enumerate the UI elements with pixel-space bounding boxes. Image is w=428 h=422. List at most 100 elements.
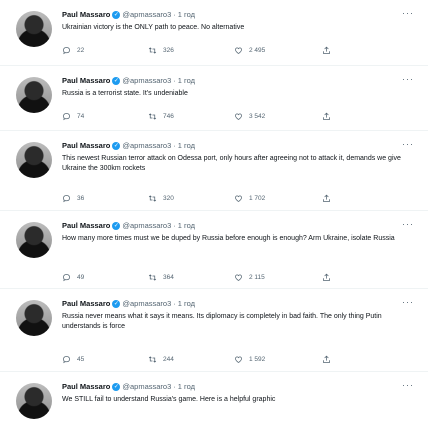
retweet-icon [148, 113, 157, 120]
share-icon [323, 355, 330, 363]
author-name[interactable]: Paul Massaro [62, 221, 110, 231]
like-button[interactable]: 3 542 [234, 112, 265, 121]
tweet-timestamp[interactable]: 1 год [178, 299, 195, 309]
tweet[interactable]: Paul Massaro ✓ @apmassaro3 · 1 год ··· H… [0, 211, 428, 289]
author-handle[interactable]: @apmassaro3 [122, 141, 171, 151]
reply-icon [63, 113, 70, 121]
heart-icon [235, 195, 242, 202]
heart-icon [235, 356, 242, 363]
author-name[interactable]: Paul Massaro [62, 76, 110, 86]
tweet[interactable]: Paul Massaro ✓ @apmassaro3 · 1 год ··· R… [0, 66, 428, 131]
tweet-header: Paul Massaro ✓ @apmassaro3 · 1 год [62, 221, 195, 231]
tweet-header: Paul Massaro ✓ @apmassaro3 · 1 год [62, 76, 195, 86]
tweet-header: Paul Massaro ✓ @apmassaro3 · 1 год [62, 141, 195, 151]
author-handle[interactable]: @apmassaro3 [122, 382, 171, 392]
share-button[interactable] [322, 112, 331, 121]
separator-dot: · [173, 76, 176, 85]
retweet-button[interactable]: 364 [148, 273, 174, 282]
more-options-icon[interactable]: ··· [402, 139, 414, 149]
tweet-header: Paul Massaro ✓ @apmassaro3 · 1 год [62, 382, 195, 392]
like-count: 2 115 [249, 274, 265, 281]
share-button[interactable] [322, 46, 331, 55]
avatar[interactable] [16, 300, 52, 336]
share-button[interactable] [322, 273, 331, 282]
verified-badge-icon: ✓ [112, 300, 121, 308]
like-count: 1 702 [249, 195, 266, 202]
avatar[interactable] [16, 11, 52, 47]
author-name[interactable]: Paul Massaro [62, 382, 110, 392]
avatar[interactable] [16, 222, 52, 258]
share-icon [323, 194, 330, 202]
more-options-icon[interactable]: ··· [402, 8, 414, 18]
retweet-icon [148, 195, 157, 202]
reply-button[interactable]: 74 [62, 112, 84, 121]
verified-badge-icon: ✓ [112, 11, 121, 19]
tweet[interactable]: Paul Massaro ✓ @apmassaro3 · 1 год ··· U… [0, 0, 428, 66]
like-button[interactable]: 2 495 [234, 46, 265, 55]
tweet-actions: 49 364 2 115 [62, 273, 362, 285]
avatar[interactable] [16, 142, 52, 178]
reply-button[interactable]: 22 [62, 46, 84, 55]
tweet[interactable]: Paul Massaro ✓ @apmassaro3 · 1 год ··· T… [0, 131, 428, 211]
author-name[interactable]: Paul Massaro [62, 299, 110, 309]
reply-icon [63, 356, 70, 364]
like-count: 1 592 [249, 356, 266, 363]
avatar[interactable] [16, 383, 52, 419]
verified-badge-icon: ✓ [112, 142, 121, 150]
retweet-count: 326 [163, 47, 174, 54]
author-handle[interactable]: @apmassaro3 [122, 76, 171, 86]
tweet-text: How many more times must we be duped by … [62, 235, 395, 242]
reply-icon [63, 195, 70, 203]
tweet-timestamp[interactable]: 1 год [178, 141, 195, 151]
retweet-button[interactable]: 326 [148, 46, 174, 55]
share-button[interactable] [322, 194, 331, 203]
share-icon [323, 273, 330, 281]
author-name[interactable]: Paul Massaro [62, 10, 110, 20]
retweet-button[interactable]: 746 [148, 112, 174, 121]
separator-dot: · [173, 299, 176, 308]
reply-count: 49 [77, 274, 85, 281]
tweet-timestamp[interactable]: 1 год [178, 10, 195, 20]
tweet-timestamp[interactable]: 1 год [178, 221, 195, 231]
heart-icon [235, 274, 242, 281]
author-handle[interactable]: @apmassaro3 [122, 221, 171, 231]
author-name[interactable]: Paul Massaro [62, 141, 110, 151]
retweet-icon [148, 47, 157, 54]
reply-count: 36 [77, 195, 85, 202]
tweet-header: Paul Massaro ✓ @apmassaro3 · 1 год [62, 299, 195, 309]
tweet-timestamp[interactable]: 1 год [178, 382, 195, 392]
retweet-count: 244 [163, 356, 174, 363]
retweet-count: 746 [163, 113, 174, 120]
tweet-timestamp[interactable]: 1 год [178, 76, 195, 86]
tweet[interactable]: Paul Massaro ✓ @apmassaro3 · 1 год ··· R… [0, 289, 428, 372]
heart-icon [235, 47, 242, 54]
reply-button[interactable]: 36 [62, 194, 84, 203]
retweet-button[interactable]: 320 [148, 194, 174, 203]
tweet-text: Russia is a terrorist state. It's undeni… [62, 90, 188, 97]
reply-button[interactable]: 45 [62, 355, 84, 364]
reply-button[interactable]: 49 [62, 273, 84, 282]
verified-badge-icon: ✓ [112, 222, 121, 230]
more-options-icon[interactable]: ··· [402, 74, 414, 84]
tweet-actions: 36 320 1 702 [62, 194, 362, 206]
retweet-button[interactable]: 244 [148, 355, 174, 364]
more-options-icon[interactable]: ··· [402, 297, 414, 307]
tweet-text: Ukrainian victory is the ONLY path to pe… [62, 24, 245, 31]
reply-count: 74 [77, 113, 85, 120]
author-handle[interactable]: @apmassaro3 [122, 10, 171, 20]
verified-badge-icon: ✓ [112, 77, 121, 85]
retweet-icon [148, 356, 157, 363]
like-button[interactable]: 2 115 [234, 273, 265, 282]
more-options-icon[interactable]: ··· [402, 219, 414, 229]
tweet-actions: 74 746 3 542 [62, 112, 362, 124]
more-options-icon[interactable]: ··· [402, 380, 414, 390]
like-button[interactable]: 1 592 [234, 355, 265, 364]
tweet[interactable]: Paul Massaro ✓ @apmassaro3 · 1 год ··· W… [0, 372, 428, 422]
avatar[interactable] [16, 77, 52, 113]
author-handle[interactable]: @apmassaro3 [122, 299, 171, 309]
tweet-header: Paul Massaro ✓ @apmassaro3 · 1 год [62, 10, 195, 20]
share-icon [323, 46, 330, 54]
tweet-text: This newest Russian terror attack on Ode… [62, 155, 401, 172]
like-button[interactable]: 1 702 [234, 194, 265, 203]
share-button[interactable] [322, 355, 331, 364]
